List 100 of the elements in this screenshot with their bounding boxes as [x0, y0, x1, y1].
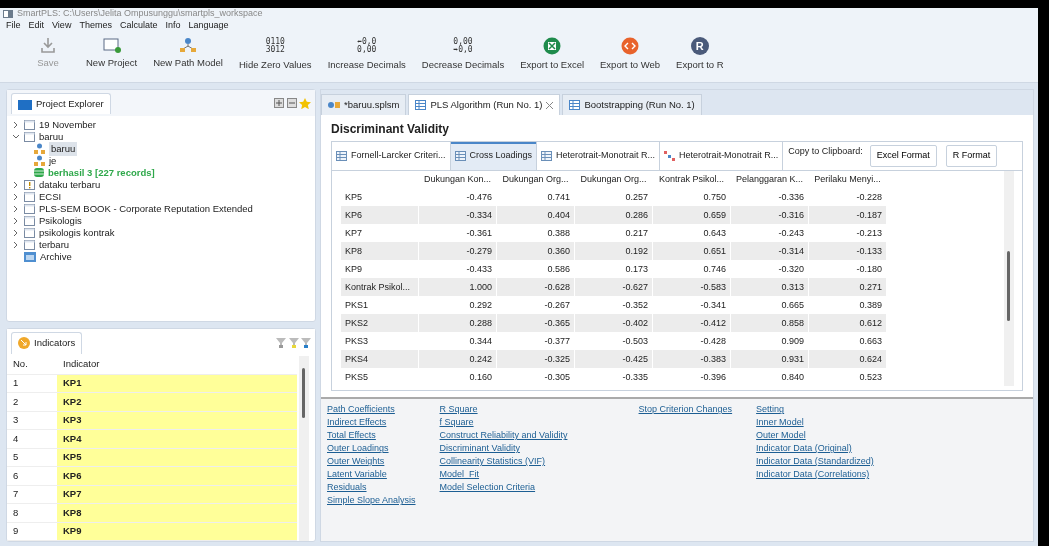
filter-icon[interactable] — [276, 337, 286, 348]
report-link[interactable]: Indicator Data (Original) — [756, 442, 874, 456]
collapse-icon[interactable] — [286, 98, 297, 109]
table-cell-text: 0.217 — [624, 226, 649, 240]
editor-tab[interactable]: Bootstrapping (Run No. 1) — [562, 94, 702, 116]
scrollbar-thumb[interactable] — [302, 367, 305, 418]
table-cell: 0.288 — [419, 314, 496, 333]
report-link[interactable]: Model_Fit — [439, 468, 615, 482]
table-cell-text: -0.352 — [621, 298, 649, 312]
table-cell: -0.314 — [731, 242, 808, 261]
menu-item[interactable]: Language — [188, 18, 229, 33]
copy-button[interactable]: Excel Format — [869, 145, 937, 167]
tree-item[interactable]: ECSI — [39, 189, 62, 204]
report-link[interactable]: Simple Slope Analysis — [327, 494, 416, 508]
report-link[interactable]: Latent Variable — [327, 468, 416, 482]
table-cell: 0.659 — [653, 206, 730, 225]
tree-item[interactable]: baruu — [49, 141, 78, 156]
report-link[interactable]: Collinearity Statistics (VIF) — [439, 455, 615, 469]
menu-item[interactable]: File — [6, 18, 21, 33]
toolbar-button[interactable]: 0,00 ➡0,0 Decrease Decimals — [413, 37, 513, 73]
panel-tab[interactable]: Indicators — [11, 332, 83, 354]
table-cell-text: 0.173 — [624, 262, 649, 276]
report-link[interactable]: Residuals — [327, 481, 416, 495]
toolbar-button[interactable]: New Path Model — [145, 37, 231, 71]
tree-item[interactable]: Psikologis — [39, 213, 82, 228]
table-cell: -0.279 — [419, 242, 496, 261]
menu-item[interactable]: Themes — [79, 18, 112, 33]
report-link[interactable]: Inner Model — [756, 416, 874, 430]
chevron-down-icon[interactable] — [12, 132, 20, 141]
tree-item[interactable]: PLS-SEM BOOK - Corporate Reputation Extended — [39, 201, 253, 216]
tree-item[interactable]: Archive — [40, 249, 72, 264]
star-icon[interactable] — [299, 98, 311, 110]
digits-icon: 0110 3012 — [265, 37, 285, 55]
report-link[interactable]: Construct Reliability and Validity — [439, 429, 615, 443]
folder-icon — [24, 227, 35, 238]
tree-item[interactable]: 19 November — [39, 117, 97, 132]
expand-icon[interactable] — [274, 98, 284, 109]
report-link[interactable]: Indicator Data (Correlations) — [756, 468, 874, 482]
chevron-right-icon[interactable] — [12, 240, 20, 249]
chevron-right-icon[interactable] — [12, 204, 20, 213]
table-cell-text: -0.433 — [465, 262, 493, 276]
report-link[interactable]: Setting — [756, 403, 874, 417]
table-cell: 0.624 — [809, 350, 886, 369]
report-link[interactable]: Outer Model — [756, 429, 874, 443]
table-cell: PKS4 — [341, 350, 418, 369]
report-link[interactable]: Model Selection Criteria — [439, 481, 615, 495]
report-link[interactable]: f Square — [439, 416, 615, 430]
report-title: Discriminant Validity — [330, 121, 451, 139]
chevron-right-icon[interactable] — [12, 192, 20, 201]
tree-item[interactable]: dataku terbaru — [39, 177, 101, 192]
tree-item[interactable]: terbaru — [39, 237, 70, 252]
chevron-right-icon[interactable] — [12, 216, 20, 225]
chevron-right-icon[interactable] — [12, 228, 20, 237]
toolbar-button[interactable]: R Export to R — [668, 37, 732, 73]
report-link[interactable]: Path Coefficients — [327, 403, 416, 417]
scrollbar-thumb[interactable] — [1007, 250, 1010, 321]
chevron-right-icon[interactable] — [12, 180, 20, 189]
toolbar-button[interactable]: 0110 3012 Hide Zero Values — [230, 37, 320, 73]
chevron-right-icon[interactable] — [12, 120, 20, 129]
report-link[interactable]: Total Effects — [327, 429, 416, 443]
folder-icon — [24, 215, 35, 226]
table-cell: -0.402 — [575, 314, 652, 333]
filter-icon[interactable] — [301, 337, 311, 348]
path-model-icon — [34, 155, 45, 167]
copy-button[interactable]: R Format — [945, 145, 998, 167]
table-cell-text: -0.180 — [855, 262, 883, 276]
tree-item[interactable]: psikologis kontrak — [39, 225, 115, 240]
table-cell-text: -0.341 — [699, 298, 727, 312]
report-link[interactable]: Indirect Effects — [327, 416, 416, 430]
report-tab[interactable]: Cross Loadings — [450, 142, 538, 170]
table-cell-text: -0.320 — [777, 262, 805, 276]
report-link[interactable]: Stop Criterion Changes — [638, 403, 733, 417]
panel-tab[interactable]: Project Explorer — [11, 93, 111, 115]
table-cell-text: 0.523 — [858, 370, 883, 384]
digits-icon: 0,00 ➡0,0 — [453, 37, 473, 55]
close-icon[interactable] — [546, 101, 554, 109]
toolbar-button[interactable]: Export to Web — [592, 37, 669, 73]
report-link[interactable]: Discriminant Validity — [439, 442, 615, 456]
menu-item[interactable]: Info — [165, 18, 181, 33]
toolbar-button[interactable]: ⬅0,0 0,00 Increase Decimals — [319, 37, 414, 73]
table-cell-text: PKS3 — [344, 334, 369, 348]
tree-item[interactable]: baruu — [39, 129, 64, 144]
tree-item[interactable]: je — [49, 153, 57, 168]
table-cell: -0.627 — [575, 278, 652, 297]
toolbar-button[interactable]: Export to Excel — [512, 37, 593, 73]
menu-item[interactable]: View — [52, 18, 72, 33]
toolbar-button[interactable]: New Project — [78, 37, 146, 71]
table-cell-text: -0.476 — [465, 190, 493, 204]
editor-tab[interactable]: *baruu.splsm — [321, 94, 407, 116]
report-link[interactable]: Outer Weights — [327, 455, 416, 469]
table-cell: 0.360 — [497, 242, 574, 261]
report-link[interactable]: R Square — [439, 403, 615, 417]
table-cell-text: 0.344 — [468, 334, 493, 348]
menu-item[interactable]: Edit — [28, 18, 45, 33]
table-cell: -0.334 — [419, 206, 496, 225]
menu-item[interactable]: Calculate — [119, 18, 158, 33]
report-link[interactable]: Outer Loadings — [327, 442, 416, 456]
table-cell: -0.412 — [653, 314, 730, 333]
editor-tab[interactable]: PLS Algorithm (Run No. 1) — [408, 94, 561, 116]
report-link[interactable]: Indicator Data (Standardized) — [756, 455, 874, 469]
